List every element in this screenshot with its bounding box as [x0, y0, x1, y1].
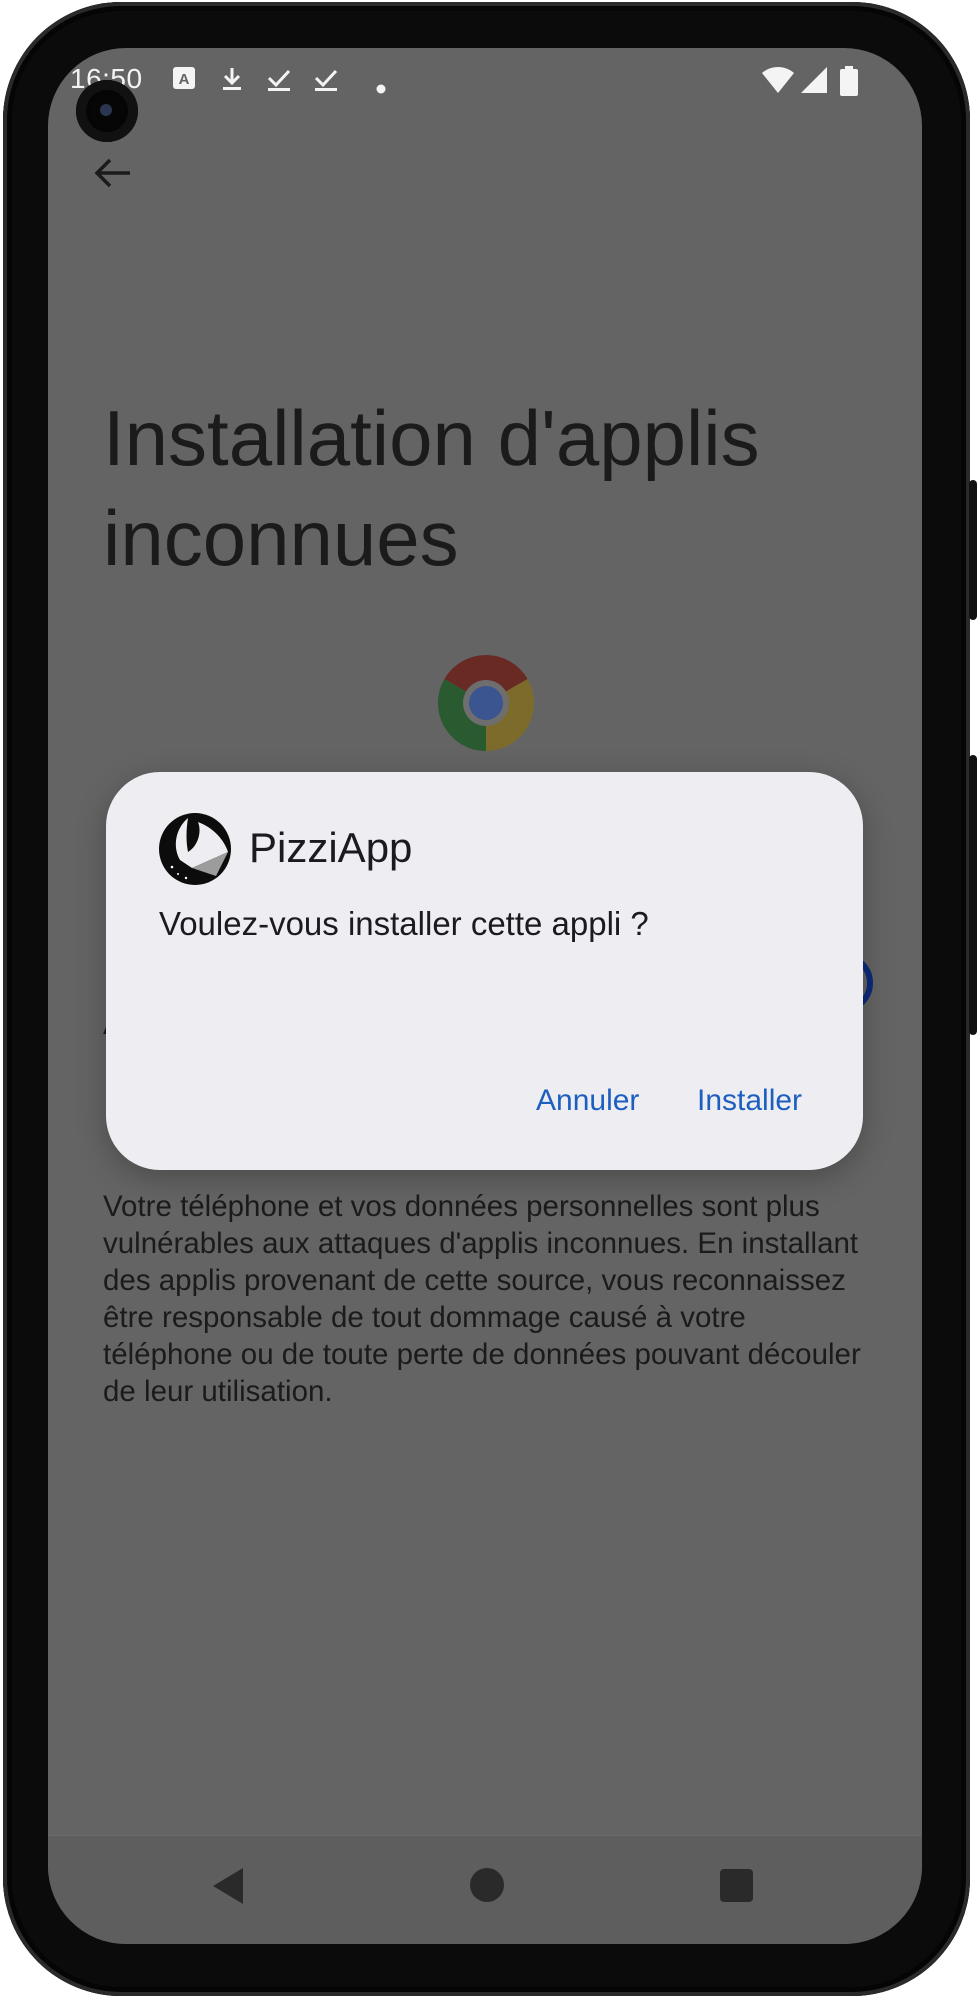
page-title: Installation d'applis inconnues	[103, 394, 760, 582]
download-icon	[220, 66, 244, 96]
warning-text: Votre téléphone et vos données personnel…	[103, 1190, 861, 1408]
wifi-icon	[761, 66, 795, 98]
nav-back-icon[interactable]	[213, 1868, 243, 1904]
svg-text:A: A	[179, 71, 190, 88]
chrome-icon	[436, 653, 536, 753]
app-name: PizziApp	[249, 824, 413, 871]
check-icon	[266, 66, 292, 96]
nav-recent-apps-icon[interactable]	[720, 1869, 753, 1902]
camera-cutout	[76, 80, 138, 142]
navigation-bar	[48, 1835, 922, 1944]
dot-icon	[376, 72, 386, 98]
translate-icon: A	[172, 66, 196, 94]
install-button[interactable]: Installer	[697, 1084, 802, 1118]
dialog-message: Voulez-vous installer cette appli ?	[159, 905, 649, 942]
signal-icon	[800, 66, 828, 98]
check-icon	[313, 66, 339, 96]
install-dialog: PizziApp Voulez-vous installer cette app…	[106, 772, 863, 1170]
back-arrow-icon[interactable]	[88, 148, 138, 198]
volume-button	[969, 755, 977, 1035]
nav-home-icon[interactable]	[470, 1868, 504, 1902]
power-button	[969, 480, 977, 620]
cancel-button[interactable]: Annuler	[536, 1084, 639, 1118]
pizziapp-logo-icon	[158, 812, 232, 886]
battery-icon	[840, 66, 858, 100]
